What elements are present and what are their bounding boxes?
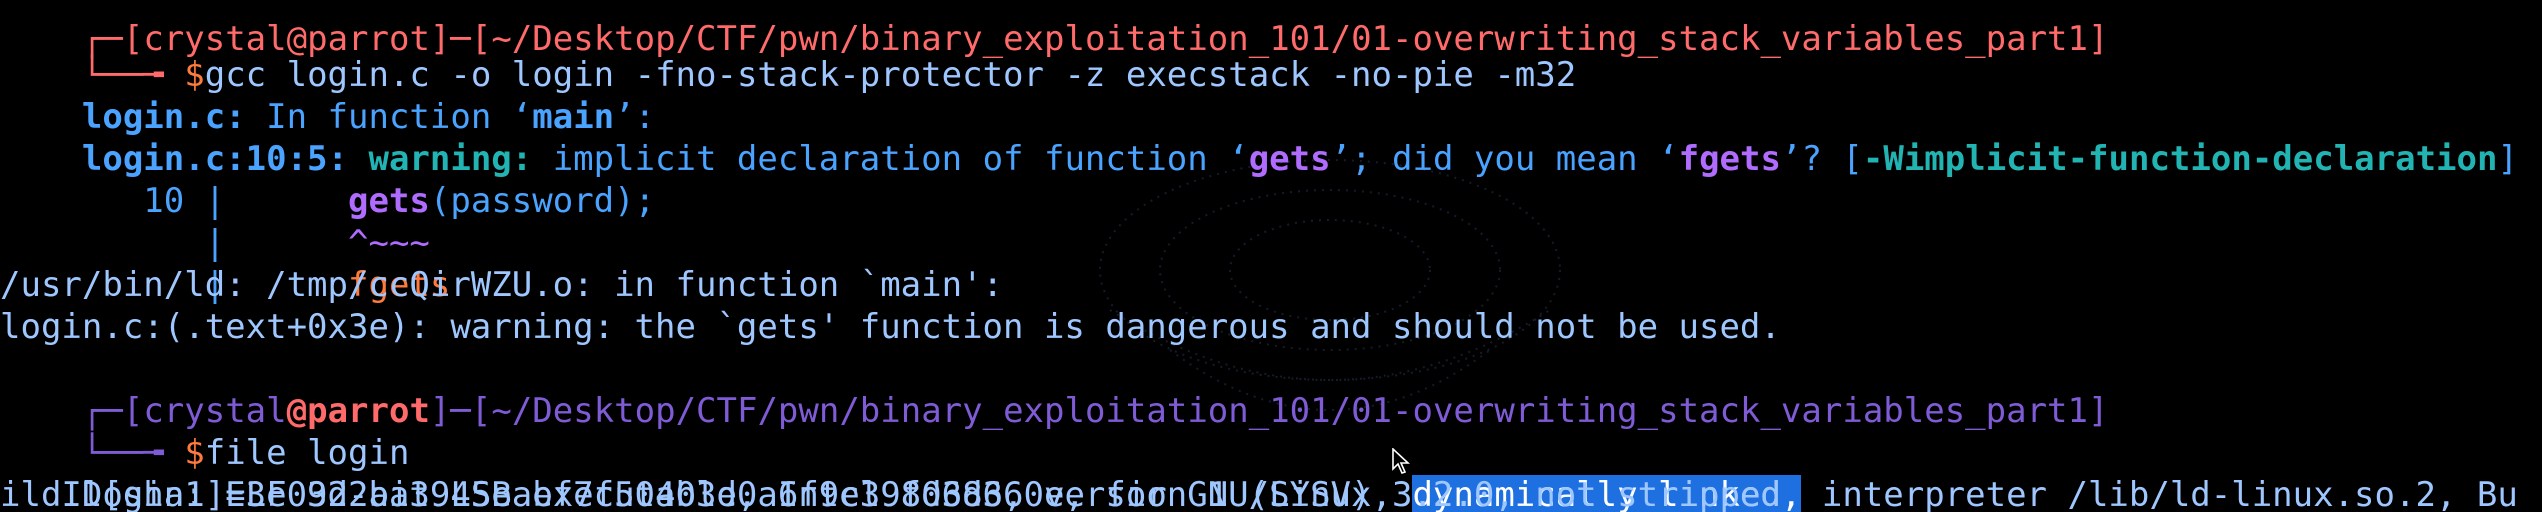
compiler-warning-implicit: login.c:10:5: warning: implicit declarat…	[0, 96, 2518, 179]
terminal-window[interactable]: ┌─[crystal@parrot]─[~/Desktop/CTF/pwn/bi…	[0, 0, 2542, 512]
prompt-header-2: ┌─[crystal@parrot]─[~/Desktop/CTF/pwn/bi…	[0, 348, 2109, 431]
caret-indicator-line: | ^~~~	[0, 180, 430, 263]
quote-open: ‘	[1658, 139, 1679, 179]
compiler-note-in-function: login.c: In function ‘main’:	[0, 54, 655, 137]
command-line-file: └──╼ $file login	[0, 390, 410, 473]
prompt-frame-end: ]	[2087, 391, 2109, 431]
command-line-gcc: └──╼ $gcc login.c -o login -fno-stack-pr…	[0, 12, 1576, 95]
quote-close: ’	[1780, 139, 1802, 179]
source-args: (password);	[429, 181, 656, 221]
fixit-hint-line: | fgets	[0, 222, 451, 305]
file-output-text-rest: interpreter /lib/ld-linux.so.2, Bu	[1801, 475, 2518, 512]
function-name-gets: gets	[1248, 139, 1331, 179]
quote-close: ’	[1330, 139, 1352, 179]
warning-suggest-text: ; did you mean	[1351, 139, 1659, 179]
warning-flag: -Wimplicit-function-declaration	[1862, 139, 2498, 179]
prompt-frame-end: ]	[2087, 19, 2109, 59]
source-line-10: 10 | gets(password);	[0, 138, 655, 221]
file-output-line-1[interactable]: login: ELF 32-bit LSB executable, Intel …	[0, 432, 2518, 512]
linker-message: /usr/bin/ld: /tmp/ccQirWZU.o: in functio…	[0, 265, 1004, 305]
bracket-close: ]	[2497, 139, 2518, 179]
question-mark: ?	[1801, 139, 1843, 179]
linker-warning-gets: login.c:(.text+0x3e): warning: the `gets…	[0, 307, 1781, 347]
mouse-pointer-icon	[1392, 448, 1410, 474]
file-output-line-2: ildID[sha1]=3e09d2aa3945eabf7f50403d0a6f…	[0, 475, 1781, 512]
prompt-path: ~/Desktop/CTF/pwn/binary_exploitation_10…	[491, 391, 2088, 431]
bracket-open: [	[1842, 139, 1863, 179]
prompt-frame-mid: ]─[	[429, 391, 492, 431]
function-name-fgets: fgets	[1678, 139, 1781, 179]
quote-open: ‘	[1228, 139, 1249, 179]
